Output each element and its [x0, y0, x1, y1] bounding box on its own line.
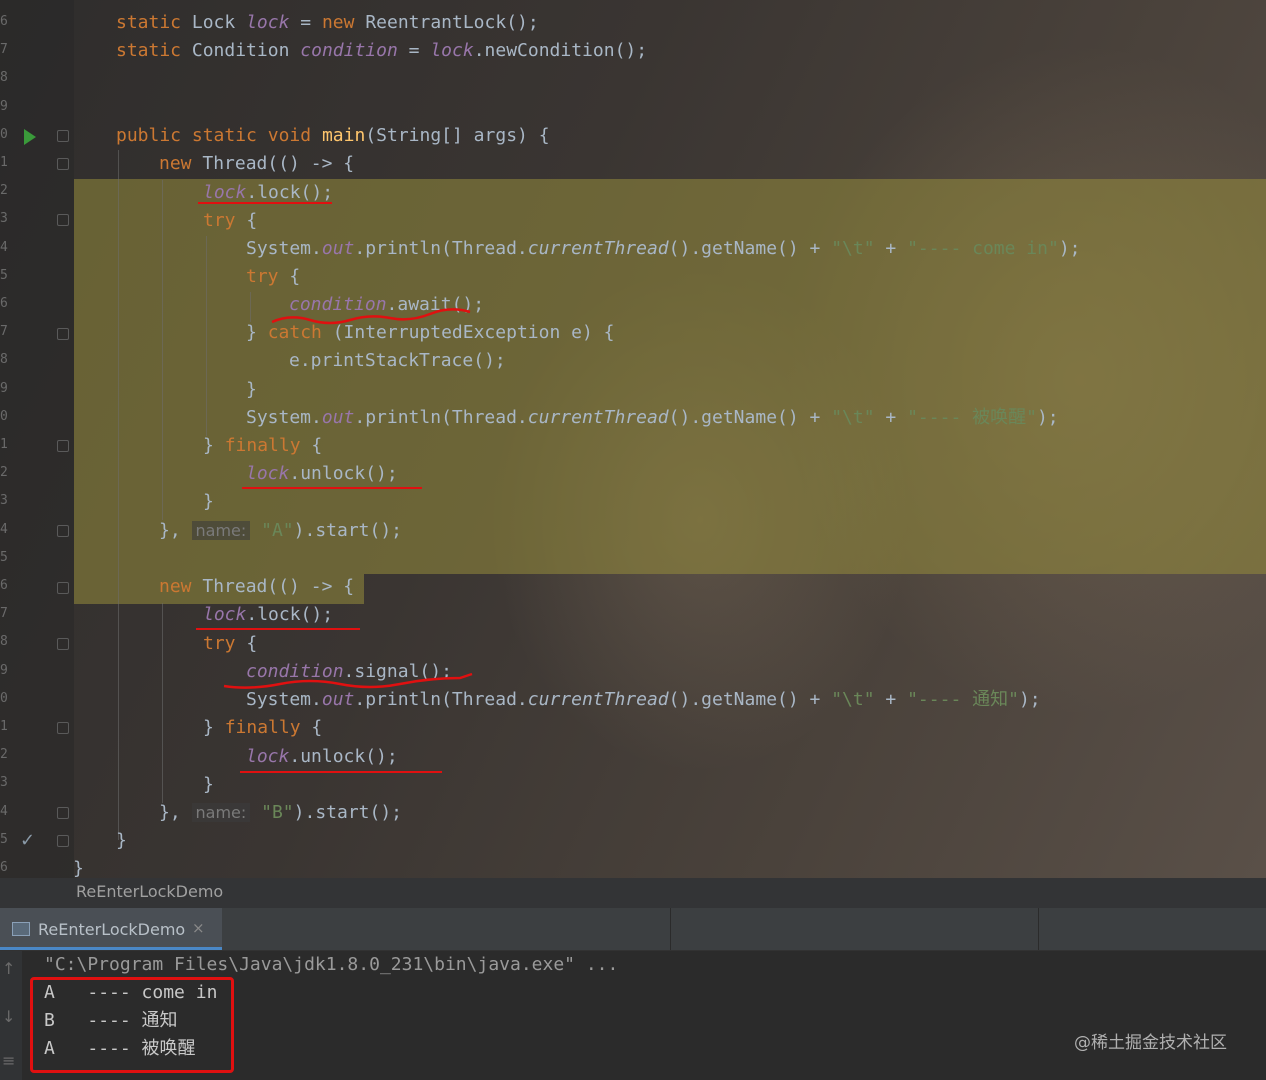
code-line[interactable]: }, name: "A").start(); [159, 517, 402, 545]
line-number: 3 [0, 493, 8, 509]
fold-marker[interactable] [57, 835, 69, 847]
line-number: 7 [0, 324, 8, 340]
red-squiggle [223, 672, 473, 689]
code-editor[interactable]: 6 7 8 9 0 1 2 3 4 5 6 7 8 9 0 1 2 3 4 5 6 7 8 9 0 1 2 3 4 5 6 ✓ static… [0, 0, 1266, 878]
code-line[interactable]: static Condition condition = lock.newCon… [116, 37, 647, 65]
line-number: 0 [0, 408, 8, 424]
line-number: 6 [0, 296, 8, 311]
fold-marker[interactable] [57, 328, 69, 340]
line-number: 1 [0, 437, 8, 452]
line-number: 3 [0, 775, 8, 791]
red-underline [198, 202, 332, 204]
fold-marker[interactable] [57, 158, 69, 170]
line-number: 7 [0, 42, 8, 58]
red-squiggle [271, 308, 471, 325]
fold-marker[interactable] [57, 638, 69, 650]
code-line[interactable]: } [203, 488, 214, 516]
code-line[interactable]: try { [203, 630, 257, 658]
code-line[interactable]: } finally { [203, 714, 322, 742]
code-line[interactable]: try { [246, 263, 300, 291]
fold-marker[interactable] [57, 582, 69, 594]
code-line[interactable]: new Thread(() -> { [159, 573, 354, 601]
line-number: 8 [0, 70, 8, 86]
code-line[interactable]: System.out.println(Thread.currentThread(… [246, 404, 1059, 432]
line-number: 3 [0, 211, 8, 227]
indent-guide [250, 292, 251, 322]
run-toolbar: ↑ ↓ ≡ [0, 951, 22, 1080]
soft-wrap-icon[interactable]: ≡ [2, 1051, 15, 1070]
code-line[interactable]: lock.unlock(); [246, 743, 398, 771]
code-line[interactable]: System.out.println(Thread.currentThread(… [246, 235, 1081, 263]
indent-guide [206, 236, 207, 436]
arrow-up-icon[interactable]: ↑ [2, 959, 15, 978]
code-line[interactable]: new Thread(() -> { [159, 150, 354, 178]
line-number: 6 [0, 860, 8, 875]
fold-marker[interactable] [57, 440, 69, 452]
indent-guide [118, 150, 119, 840]
run-tab[interactable]: ReEnterLockDemo × [0, 908, 222, 950]
run-tab-bar: ReEnterLockDemo × [0, 908, 1266, 951]
run-triangle-icon[interactable] [24, 129, 36, 145]
fold-marker[interactable] [57, 722, 69, 734]
red-output-box [30, 977, 234, 1073]
code-line[interactable]: try { [203, 207, 257, 235]
line-number: 6 [0, 14, 8, 29]
line-number: 4 [0, 803, 8, 819]
line-number: 9 [0, 662, 8, 678]
console-icon [12, 922, 30, 936]
line-number: 1 [0, 155, 8, 170]
fold-marker[interactable] [57, 525, 69, 537]
line-number: 1 [0, 719, 8, 734]
line-number: 0 [0, 126, 8, 142]
line-number: 5 [0, 831, 8, 847]
code-line[interactable]: static Lock lock = new ReentrantLock(); [116, 9, 539, 37]
line-number: 2 [0, 183, 8, 199]
line-number: 9 [0, 380, 8, 396]
fold-marker[interactable] [57, 807, 69, 819]
red-underline [240, 771, 442, 773]
line-number: 2 [0, 465, 8, 481]
line-number: 4 [0, 239, 8, 255]
run-tab-label[interactable]: ReEnterLockDemo [38, 920, 185, 939]
breadcrumb-label[interactable]: ReEnterLockDemo [76, 882, 223, 901]
line-number: 8 [0, 634, 8, 650]
indent-guide [162, 180, 163, 520]
code-line[interactable]: public static void main(String[] args) { [116, 122, 550, 150]
line-number: 7 [0, 606, 8, 622]
code-line[interactable]: } finally { [203, 432, 322, 460]
code-line[interactable]: }, name: "B").start(); [159, 799, 402, 827]
divider [1038, 908, 1039, 950]
watermark: @稀土掘金技术社区 [1074, 1033, 1227, 1053]
arrow-down-icon[interactable]: ↓ [2, 1007, 15, 1026]
line-number: 8 [0, 352, 8, 368]
param-hint: name: [191, 521, 251, 540]
param-hint: name: [191, 803, 251, 822]
line-number: 5 [0, 267, 8, 283]
indent-guide [162, 603, 163, 803]
code-line[interactable]: e.printStackTrace(); [289, 347, 506, 375]
divider [670, 908, 671, 950]
line-number: 0 [0, 690, 8, 706]
code-line[interactable]: lock.lock(); [203, 601, 333, 629]
red-underline [196, 628, 360, 630]
line-number: 6 [0, 578, 8, 593]
code-line[interactable]: } [246, 376, 257, 404]
close-icon[interactable]: × [192, 919, 205, 937]
red-underline [242, 487, 422, 489]
code-line[interactable]: lock.unlock(); [246, 460, 398, 488]
checkmark-icon: ✓ [20, 830, 36, 851]
fold-marker[interactable] [57, 130, 69, 142]
line-number: 5 [0, 549, 8, 565]
line-number: 2 [0, 747, 8, 763]
code-line[interactable]: } [203, 771, 214, 799]
fold-marker[interactable] [57, 214, 69, 226]
code-line[interactable]: } [116, 827, 127, 855]
breadcrumb[interactable]: ReEnterLockDemo [0, 878, 1266, 908]
code-line[interactable]: } [73, 855, 84, 878]
line-number: 4 [0, 521, 8, 537]
console-command: "C:\Program Files\Java\jdk1.8.0_231\bin\… [44, 954, 619, 975]
line-number: 9 [0, 98, 8, 114]
